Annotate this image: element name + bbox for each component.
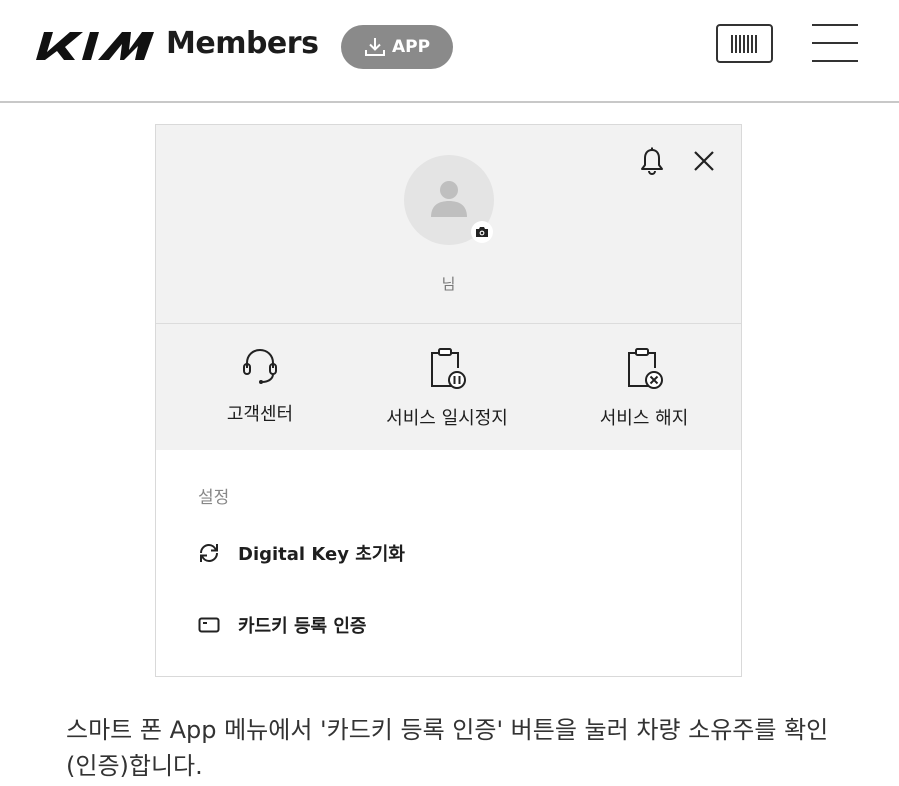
menu-item-label: Digital Key 초기화 — [238, 544, 405, 565]
kia-logo[interactable] — [36, 30, 154, 62]
hamburger-menu-icon[interactable] — [812, 24, 858, 62]
card-key-registration-item[interactable]: 카드키 등록 인증 — [198, 610, 366, 640]
menu-item-label: 카드키 등록 인증 — [238, 616, 367, 637]
barcode-icon — [730, 34, 757, 53]
camera-button[interactable] — [471, 221, 493, 243]
barcode-button[interactable] — [716, 24, 773, 63]
download-icon — [364, 38, 385, 56]
service-label: 고객센터 — [226, 404, 294, 425]
camera-icon — [476, 227, 488, 237]
card-icon — [198, 617, 220, 633]
brand-text: Members — [166, 26, 319, 61]
clipboard-pause-icon — [431, 348, 466, 389]
instruction-text: 스마트 폰 App 메뉴에서 '카드키 등록 인증' 버튼을 눌러 차량 소유주… — [66, 716, 829, 780]
close-icon[interactable] — [692, 149, 716, 173]
digital-key-reset-item[interactable]: Digital Key 초기화 — [198, 538, 405, 568]
headset-icon — [243, 348, 277, 384]
menu-panel: 님 고객센터 서비스 일시정지 서비스 해지 설정 Digital Key 초기… — [155, 124, 742, 677]
service-label: 서비스 일시정지 — [386, 408, 508, 429]
refresh-icon — [200, 543, 218, 563]
top-header: Members APP — [0, 0, 899, 103]
customer-center-button[interactable]: 고객센터 — [202, 346, 318, 426]
service-pause-button[interactable]: 서비스 일시정지 — [362, 346, 532, 430]
settings-title: 설정 — [198, 488, 230, 508]
service-shortcuts: 고객센터 서비스 일시정지 서비스 해지 — [156, 324, 741, 450]
app-badge-label: APP — [391, 37, 431, 57]
profile-section: 님 — [156, 125, 741, 324]
profile-username: 님 — [441, 275, 456, 293]
service-cancel-button[interactable]: 서비스 해지 — [584, 346, 704, 430]
bell-icon[interactable] — [639, 147, 665, 175]
clipboard-cancel-icon — [628, 348, 663, 389]
service-label: 서비스 해지 — [599, 408, 689, 429]
app-download-button[interactable]: APP — [341, 25, 453, 69]
